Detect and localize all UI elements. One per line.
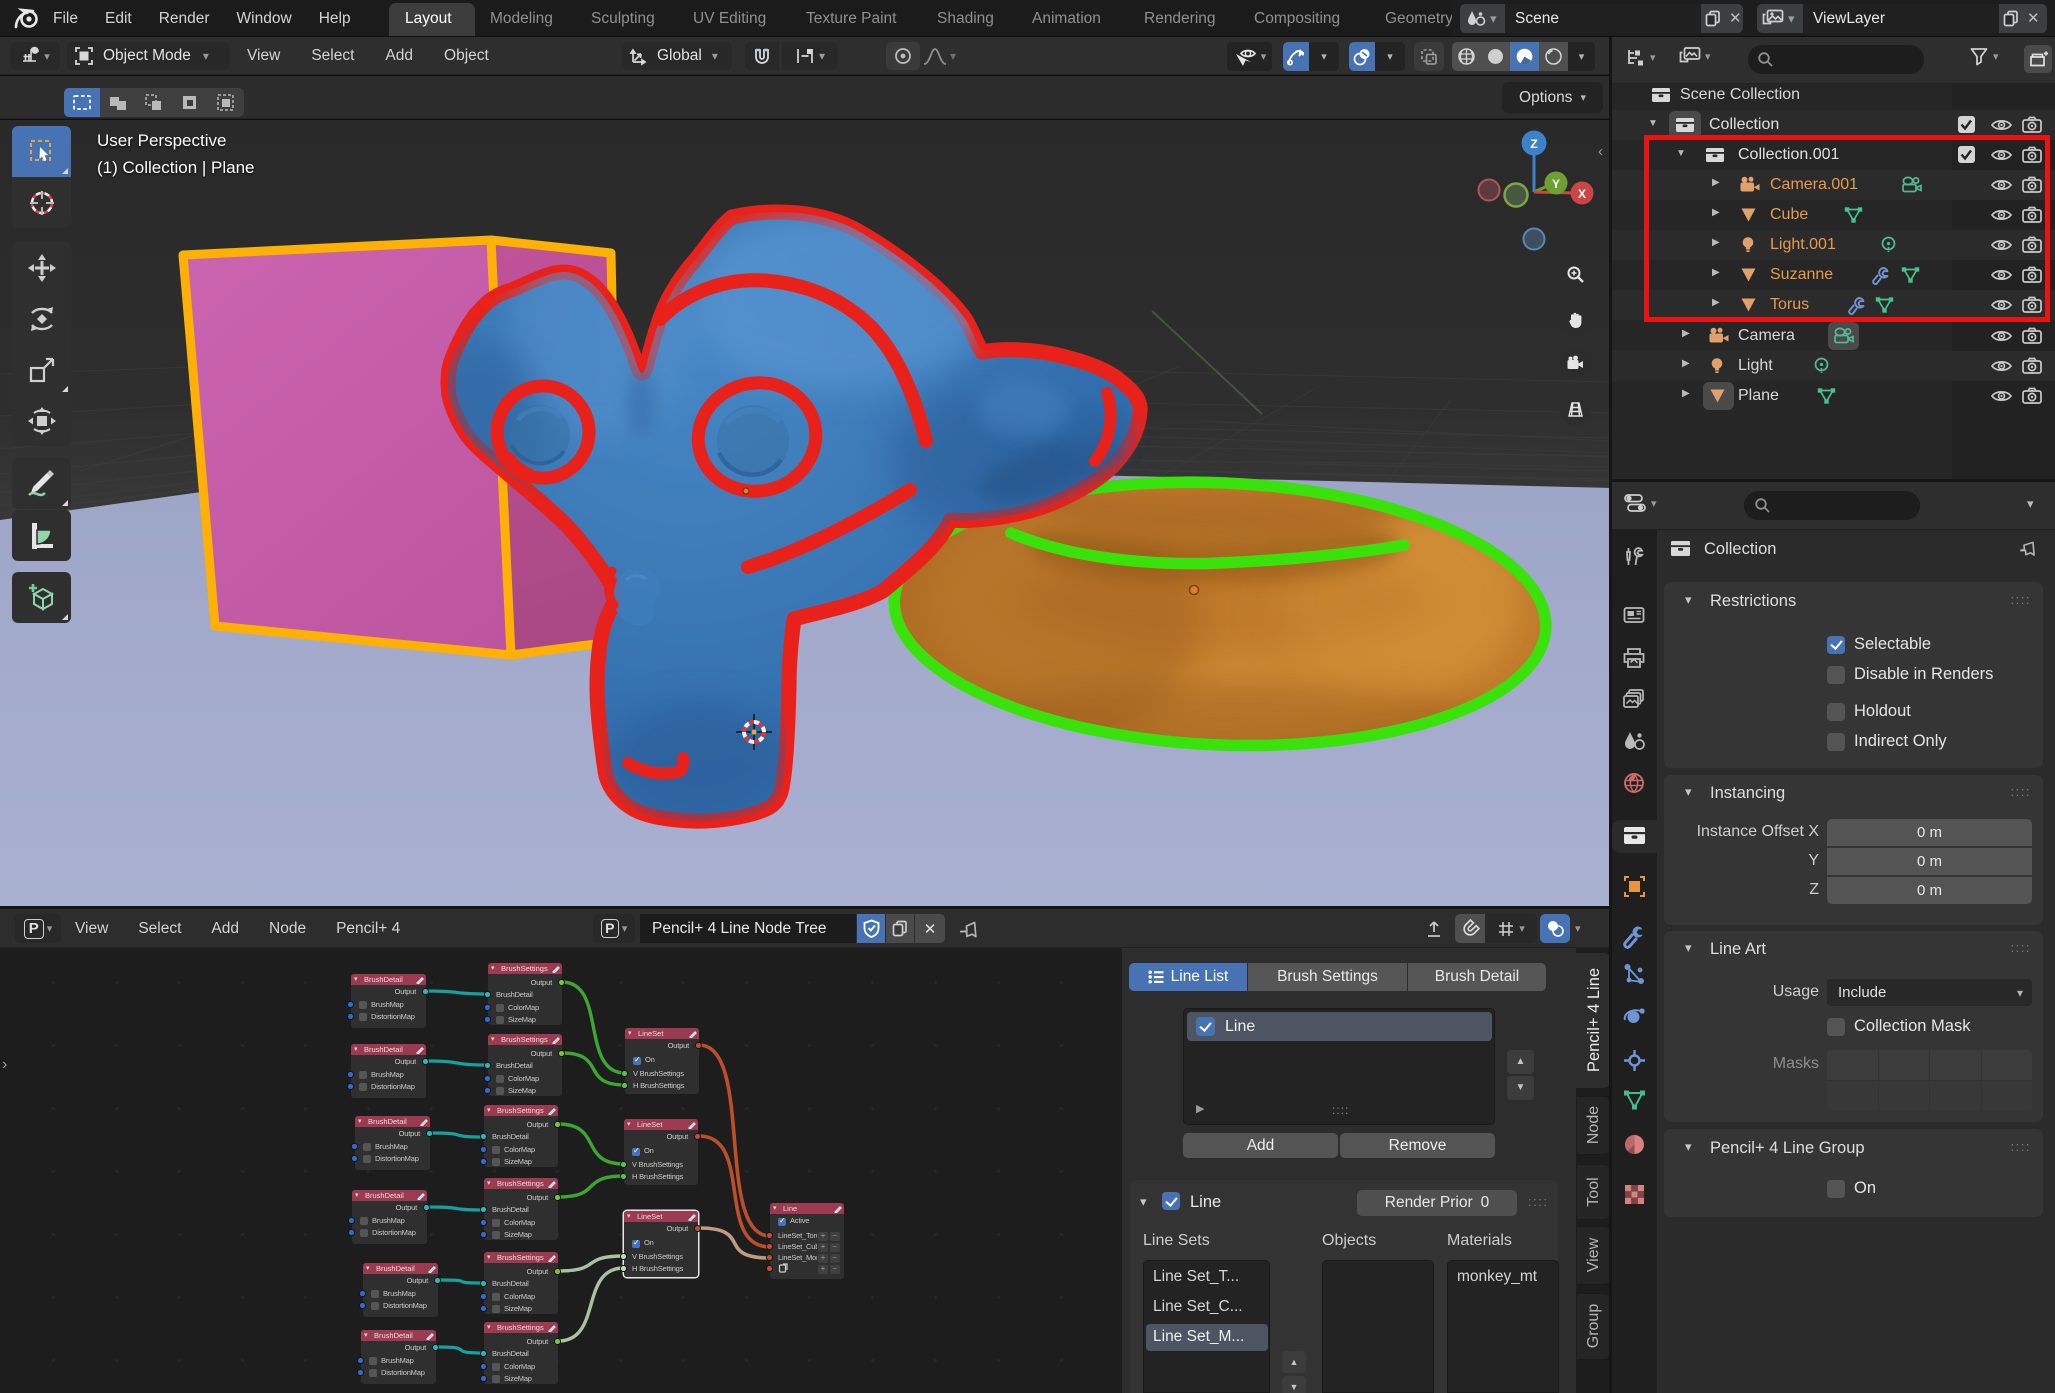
- svg-text:Z: Z: [1530, 137, 1537, 151]
- svg-text:Y: Y: [1552, 177, 1560, 191]
- svg-text:X: X: [1578, 187, 1586, 201]
